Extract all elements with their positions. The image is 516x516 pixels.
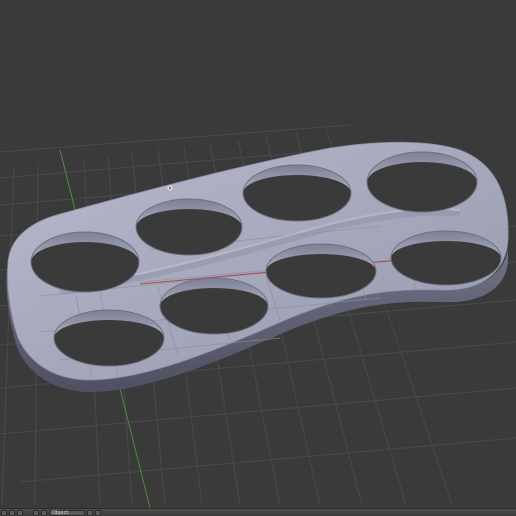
- add-menu-button[interactable]: [41, 509, 47, 516]
- 3d-viewport[interactable]: [0, 0, 516, 508]
- object-menu-button[interactable]: [33, 509, 39, 516]
- select-menu-button[interactable]: [17, 509, 23, 516]
- view-menu-button[interactable]: [9, 509, 15, 516]
- 3d-view-header: Object: [0, 508, 516, 516]
- hole-front-3: [265, 243, 377, 299]
- hole-front-2: [159, 277, 269, 335]
- pivot-icon[interactable]: [95, 509, 101, 516]
- editor-type-icon[interactable]: [1, 509, 7, 516]
- hole-back-3: [242, 164, 352, 222]
- hole-front-1: [53, 309, 165, 367]
- solid-shading-icon[interactable]: [87, 509, 93, 516]
- hole-back-2: [135, 198, 243, 256]
- hole-back-1: [30, 231, 140, 293]
- hole-front-4: [390, 230, 502, 286]
- hole-back-4: [366, 151, 478, 213]
- mode-select[interactable]: Object: [49, 509, 85, 516]
